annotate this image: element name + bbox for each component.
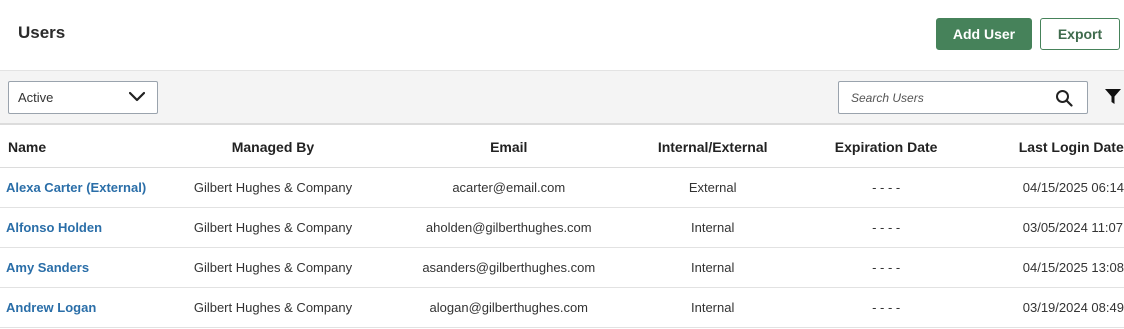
managed-by-cell: Gilbert Hughes & Company	[186, 287, 360, 328]
user-name-link[interactable]: Alfonso Holden	[6, 220, 102, 235]
user-name-link[interactable]: Andrew Logan	[6, 300, 96, 315]
user-type-cell: External	[657, 167, 768, 208]
email-cell: alogan@gilberthughes.com	[359, 287, 658, 328]
add-user-button[interactable]: Add User	[936, 18, 1032, 50]
page-header: Users Add User Export	[0, 0, 1124, 70]
email-cell: aholden@gilberthughes.com	[359, 207, 658, 248]
export-button[interactable]: Export	[1040, 18, 1120, 50]
user-type-cell: Internal	[657, 207, 768, 248]
table-row[interactable]: Amy Sanders Gilbert Hughes & Company asa…	[0, 247, 1124, 288]
status-select-value: Active	[18, 90, 54, 105]
table-row[interactable]: Alfonso Holden Gilbert Hughes & Company …	[0, 207, 1124, 248]
user-type-cell: Internal	[657, 247, 768, 288]
column-header-name[interactable]: Name	[0, 127, 187, 168]
search-input[interactable]	[839, 82, 1049, 113]
column-header-managed-by[interactable]: Managed By	[186, 127, 360, 168]
table-row[interactable]: Andrew Logan Gilbert Hughes & Company al…	[0, 287, 1124, 328]
managed-by-cell: Gilbert Hughes & Company	[186, 247, 360, 288]
column-header-internal-external[interactable]: Internal/External	[657, 127, 768, 168]
user-type-cell: Internal	[657, 287, 768, 328]
user-name-link[interactable]: Alexa Carter (External)	[6, 180, 146, 195]
column-header-email[interactable]: Email	[359, 127, 658, 168]
email-cell: asanders@gilberthughes.com	[359, 247, 658, 288]
expiration-date-cell: - - - -	[767, 207, 1005, 248]
last-login-cell: 04/15/2025 13:08	[1004, 247, 1124, 288]
expiration-date-cell: - - - -	[767, 167, 1005, 208]
table-row[interactable]: Alexa Carter (External) Gilbert Hughes &…	[0, 167, 1124, 208]
managed-by-cell: Gilbert Hughes & Company	[186, 167, 360, 208]
expiration-date-cell: - - - -	[767, 247, 1005, 288]
managed-by-cell: Gilbert Hughes & Company	[186, 207, 360, 248]
search-box	[838, 81, 1088, 114]
filter-icon[interactable]	[1104, 88, 1122, 106]
filter-toolbar: Active	[0, 70, 1124, 125]
last-login-cell: 03/05/2024 11:07	[1004, 207, 1124, 248]
user-name-link[interactable]: Amy Sanders	[6, 260, 89, 275]
chevron-down-icon	[129, 91, 145, 102]
table-header-row: Name Managed By Email Internal/External …	[0, 127, 1124, 168]
last-login-cell: 04/15/2025 06:14	[1004, 167, 1124, 208]
column-header-expiration-date[interactable]: Expiration Date	[767, 127, 1005, 168]
last-login-cell: 03/19/2024 08:49	[1004, 287, 1124, 328]
page-title: Users	[18, 23, 66, 42]
expiration-date-cell: - - - -	[767, 287, 1005, 328]
status-select[interactable]: Active	[8, 81, 158, 114]
search-icon[interactable]	[1055, 89, 1073, 107]
users-table: Name Managed By Email Internal/External …	[0, 127, 1124, 328]
email-cell: acarter@email.com	[359, 167, 658, 208]
column-header-last-login-date[interactable]: Last Login Date	[1004, 127, 1124, 168]
